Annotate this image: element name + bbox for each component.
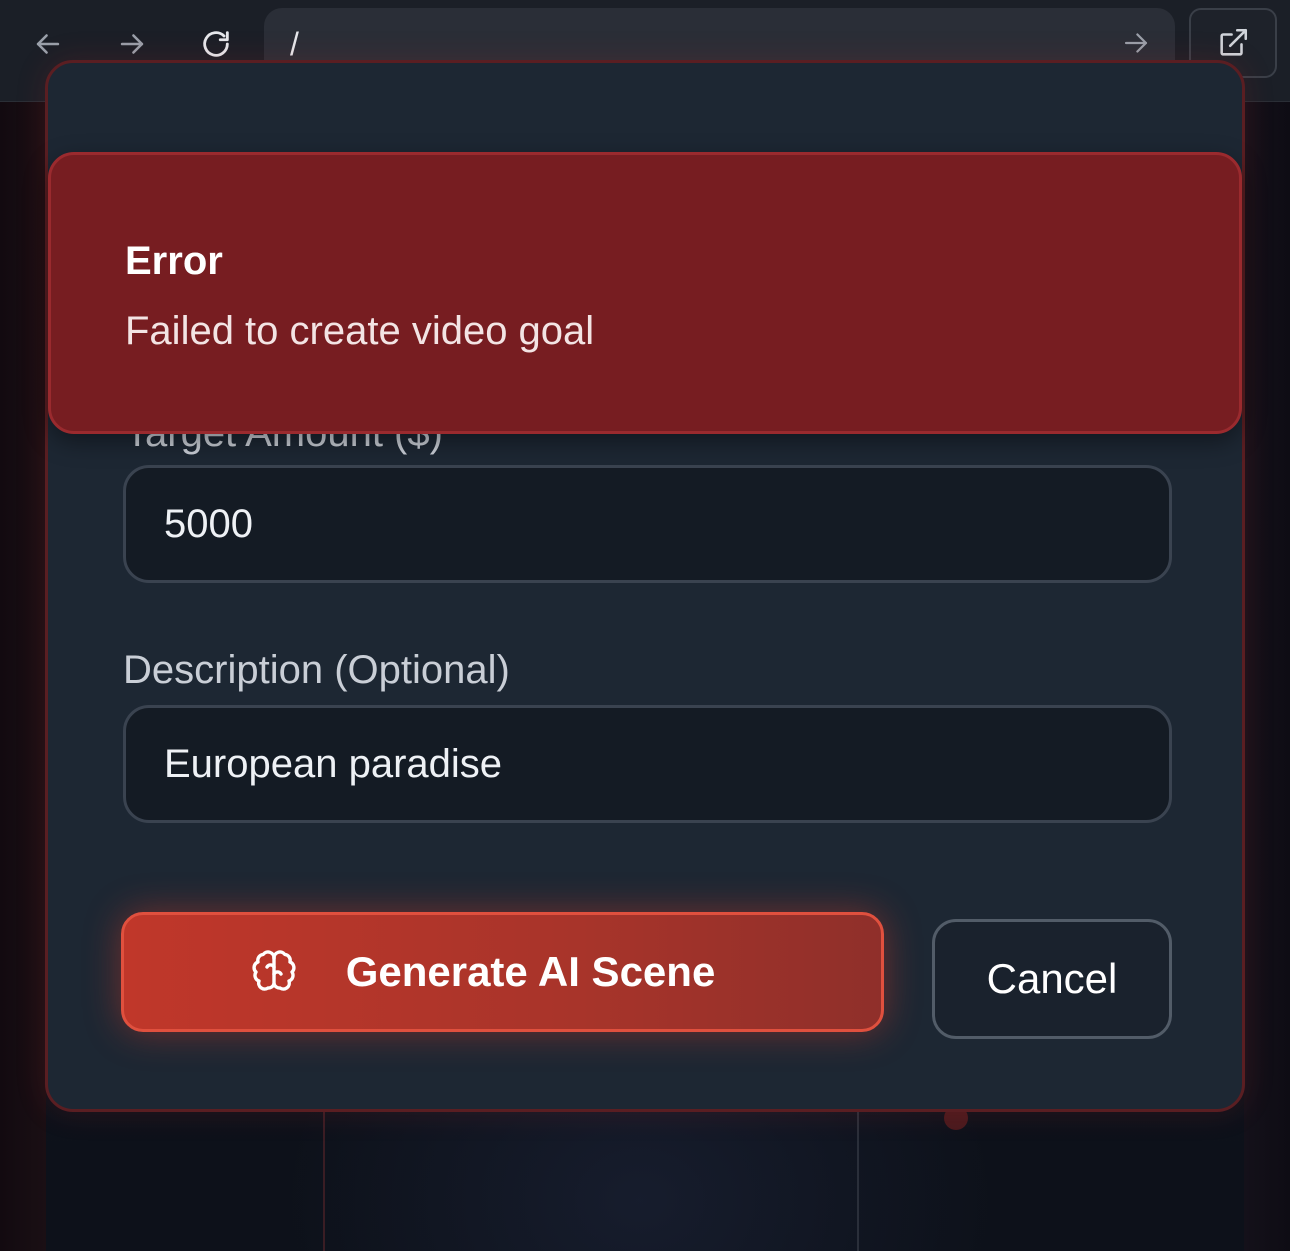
description-label: Description (Optional) (123, 648, 510, 692)
toast-message: Failed to create video goal (125, 309, 595, 353)
reload-icon (203, 31, 229, 57)
arrow-left-icon (36, 34, 60, 54)
cancel-button[interactable]: Cancel (932, 919, 1172, 1039)
arrow-right-icon (120, 34, 144, 54)
target-amount-input[interactable]: 5000 (123, 465, 1172, 583)
background-line (857, 1110, 859, 1251)
background-edge-right (1244, 102, 1290, 1251)
error-toast[interactable]: Error Failed to create video goal (48, 152, 1242, 434)
background-line (323, 1110, 325, 1251)
url-text: / (290, 26, 299, 62)
background-edge-left (0, 102, 46, 1251)
toast-title: Error (125, 239, 223, 283)
generate-label: Generate AI Scene (345, 948, 716, 995)
generate-ai-scene-button[interactable]: Generate AI Scene (121, 912, 884, 1032)
arrow-right-icon[interactable] (1119, 26, 1153, 60)
description-input[interactable]: European paradise (123, 705, 1172, 823)
external-link-icon (1220, 28, 1248, 56)
brain-icon (252, 950, 296, 991)
